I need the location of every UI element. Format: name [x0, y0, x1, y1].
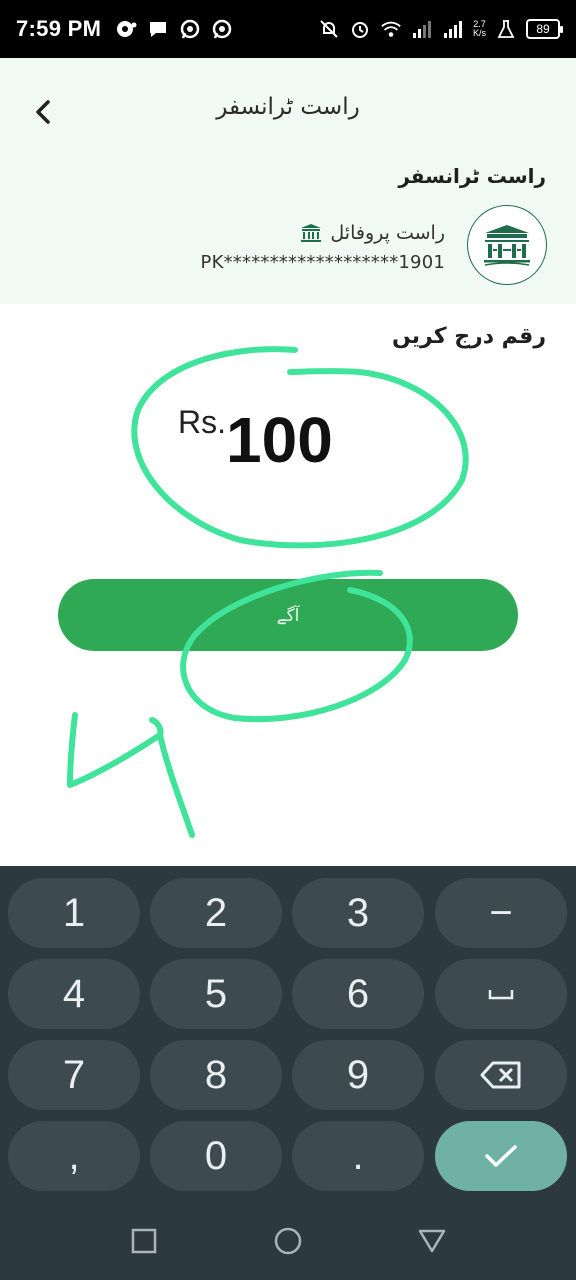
- recent-apps-button[interactable]: [127, 1224, 161, 1258]
- key-5[interactable]: 5: [150, 959, 282, 1029]
- account-number: PK*******************1901: [200, 252, 445, 273]
- profile-name-row: راست پروفائل: [300, 222, 445, 244]
- signal-icon: [411, 18, 433, 40]
- bank-logo: [467, 205, 547, 285]
- key-done[interactable]: [435, 1121, 567, 1191]
- net-speed-unit: K/s: [472, 28, 486, 38]
- battery-indicator: 89: [526, 19, 563, 39]
- status-time: 7:59 PM: [16, 16, 102, 41]
- signal-icon: [442, 18, 464, 40]
- key-comma[interactable]: ,: [8, 1121, 140, 1191]
- whatsapp-icon: [179, 18, 201, 40]
- key-8[interactable]: 8: [150, 1040, 282, 1110]
- home-button[interactable]: [271, 1224, 305, 1258]
- transfer-section-title: راست ٹرانسفر: [398, 164, 546, 188]
- key-3[interactable]: 3: [292, 878, 424, 948]
- profile-name: راست پروفائل: [330, 222, 445, 244]
- status-left-icons: [115, 18, 233, 40]
- home-icon: [274, 1227, 302, 1255]
- key-minus[interactable]: −: [435, 878, 567, 948]
- alarm-icon: [349, 18, 371, 40]
- key-4[interactable]: 4: [8, 959, 140, 1029]
- notification-icon: [115, 18, 137, 40]
- key-9[interactable]: 9: [292, 1040, 424, 1110]
- mute-icon: [318, 18, 340, 40]
- back-nav-button[interactable]: [415, 1224, 449, 1258]
- key-backspace[interactable]: [435, 1040, 567, 1110]
- amount-label: رقم درج کریں: [392, 324, 546, 349]
- next-button-label: آگے: [276, 605, 300, 626]
- annotation-scribble: [67, 712, 195, 838]
- backspace-icon: [480, 1061, 521, 1089]
- whatsapp-icon: [211, 18, 233, 40]
- status-bar: 7:59 PM 2.7 K/s 89: [0, 0, 576, 58]
- currency-label: Rs.: [178, 404, 226, 440]
- key-space[interactable]: [435, 959, 567, 1029]
- key-period[interactable]: .: [292, 1121, 424, 1191]
- status-right-icons: 2.7 K/s 89: [318, 18, 563, 40]
- key-7[interactable]: 7: [8, 1040, 140, 1110]
- key-0[interactable]: 0: [150, 1121, 282, 1191]
- key-6[interactable]: 6: [292, 959, 424, 1029]
- flask-icon: [495, 18, 517, 40]
- recent-apps-icon: [131, 1228, 157, 1254]
- space-icon: [488, 990, 514, 1000]
- check-icon: [485, 1145, 517, 1167]
- wifi-icon: [380, 18, 402, 40]
- bank-building-icon: [484, 225, 530, 266]
- back-triangle-icon: [418, 1229, 446, 1253]
- screen: 7:59 PM 2.7 K/s 89 راست ٹرانسفر راست ٹرا…: [0, 0, 576, 1280]
- amount-value: 100: [226, 404, 333, 476]
- amount-field[interactable]: Rs. 100: [178, 400, 333, 480]
- system-nav-bar: [0, 1202, 576, 1280]
- numeric-keyboard: 1 2 3 − 4 5 6 7 8 9 , 0 .: [0, 866, 576, 1202]
- key-2[interactable]: 2: [150, 878, 282, 948]
- key-1[interactable]: 1: [8, 878, 140, 948]
- bank-small-icon: [301, 224, 322, 242]
- page-title: راست ٹرانسفر: [216, 94, 360, 120]
- net-speed: 2.7 K/s: [473, 20, 486, 38]
- next-button[interactable]: آگے: [58, 579, 518, 651]
- chat-bubble-icon: [147, 18, 169, 40]
